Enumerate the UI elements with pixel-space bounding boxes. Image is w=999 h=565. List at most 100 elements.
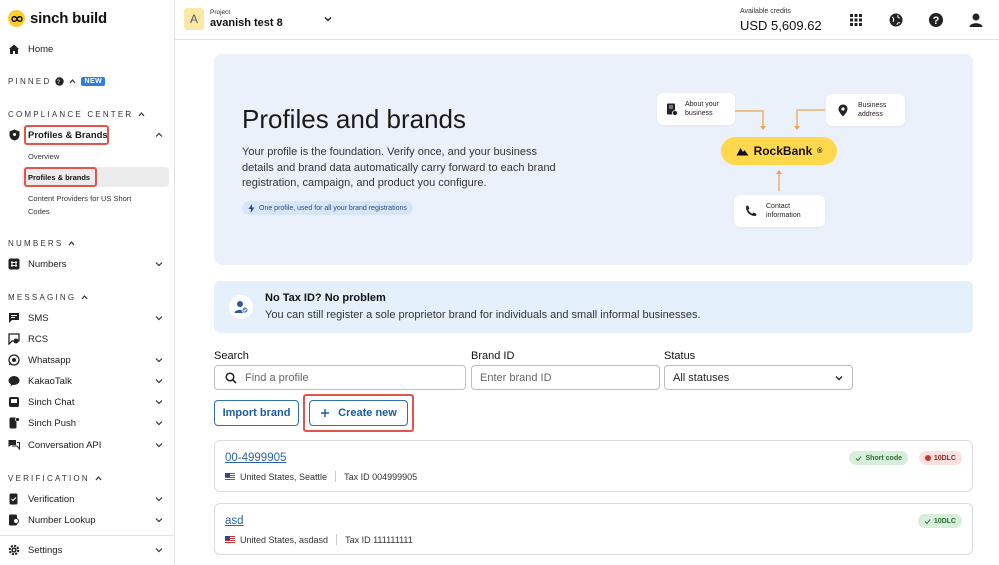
notice-text: You can still register a sole proprietor… xyxy=(265,309,701,321)
sidebar-item-label: Settings xyxy=(28,544,63,556)
chevron-down-icon xyxy=(154,397,164,407)
sidebar-item-home[interactable]: Home xyxy=(8,43,164,55)
conversation-icon xyxy=(8,439,20,451)
contact-line1: Contact xyxy=(766,203,791,210)
import-brand-button[interactable]: Import brand xyxy=(214,400,299,426)
us-flag-icon xyxy=(225,473,235,480)
us-flag-icon xyxy=(225,536,235,543)
address-line1: Business xyxy=(858,102,887,109)
sidebar-item-conversation-api[interactable]: Conversation API xyxy=(8,439,164,451)
highlight-box xyxy=(24,167,97,187)
gear-icon xyxy=(8,544,20,556)
chevron-up-icon[interactable] xyxy=(68,77,77,86)
sidebar-item-number-lookup[interactable]: Number Lookup xyxy=(8,514,164,526)
sidebar-item-sms[interactable]: SMS xyxy=(8,312,164,324)
sidebar-subitem-content-providers[interactable]: Content Providers for US Short Codes xyxy=(28,192,131,218)
sidebar-item-whatsapp[interactable]: Whatsapp xyxy=(8,354,164,366)
sidebar-item-label: Number Lookup xyxy=(28,514,96,526)
messaging-section[interactable]: MESSAGING xyxy=(8,293,89,302)
profile-tax-id: Tax ID 111111111 xyxy=(345,534,413,545)
diagram-connectors xyxy=(734,109,825,191)
about-line2: business xyxy=(685,110,713,117)
meta-separator xyxy=(335,471,337,482)
location-pin-icon xyxy=(836,103,850,117)
chevron-up-icon xyxy=(154,130,164,140)
status-dot-icon xyxy=(924,455,931,461)
numbers-section[interactable]: NUMBERS xyxy=(8,239,76,248)
chevron-up-icon xyxy=(94,474,103,483)
profile-tax-id: Tax ID 004999905 xyxy=(344,471,418,482)
sidebar-item-sinch-chat[interactable]: Sinch Chat xyxy=(8,396,164,408)
chevron-down-icon xyxy=(154,515,164,525)
globe-icon[interactable] xyxy=(888,12,904,28)
chevron-down-icon xyxy=(154,494,164,504)
sinch-logo-icon xyxy=(8,10,25,27)
profile-card[interactable]: asd United States, asdasd Tax ID 1111111… xyxy=(214,503,973,555)
search-input[interactable] xyxy=(245,371,465,384)
apps-grid-icon[interactable] xyxy=(848,12,864,28)
chevron-down-icon xyxy=(154,259,164,269)
chevron-up-icon xyxy=(137,110,146,119)
sidebar-subitem-overview[interactable]: Overview xyxy=(28,150,59,163)
notice-title: No Tax ID? No problem xyxy=(265,292,386,304)
brand-id-input[interactable] xyxy=(480,371,659,384)
search-icon xyxy=(225,371,237,384)
sidebar-item-settings[interactable]: Settings xyxy=(8,544,164,556)
search-label: Search xyxy=(214,350,249,362)
project-chevron-down-icon[interactable] xyxy=(323,14,333,24)
sidebar-item-label: Sinch Chat xyxy=(28,396,75,408)
help-icon[interactable]: ? xyxy=(928,12,944,28)
badge-label: 10DLC xyxy=(933,454,956,462)
chevron-down-icon xyxy=(154,418,164,428)
compliance-label: COMPLIANCE CENTER xyxy=(8,110,134,119)
profile-location: United States, asdasd xyxy=(240,534,329,545)
pinned-section: PINNED ? NEW xyxy=(8,77,106,86)
sidebar-item-sinch-push[interactable]: Sinch Push xyxy=(8,417,164,429)
chevron-down-icon xyxy=(154,440,164,450)
rockbank-mark: ® xyxy=(817,147,823,155)
help-small-icon[interactable]: ? xyxy=(55,77,65,86)
brand-id-field[interactable] xyxy=(471,365,660,390)
project-avatar[interactable]: A xyxy=(184,8,204,30)
numbers-label: NUMBERS xyxy=(8,239,64,248)
chevron-down-icon xyxy=(834,373,844,383)
highlight-box xyxy=(303,394,414,432)
kakaotalk-icon xyxy=(8,375,20,387)
sidebar-item-rcs[interactable]: RCS xyxy=(8,333,164,345)
sidebar-item-verification[interactable]: Verification xyxy=(8,493,164,505)
profile-id-link[interactable]: asd xyxy=(225,515,244,527)
compliance-section[interactable]: COMPLIANCE CENTER xyxy=(8,110,146,119)
verification-label: VERIFICATION xyxy=(8,474,90,483)
chevron-down-icon xyxy=(154,376,164,386)
status-select[interactable]: All statuses xyxy=(664,365,853,390)
check-icon xyxy=(924,518,931,525)
highlight-box xyxy=(24,125,109,145)
chevron-up-icon xyxy=(80,293,89,302)
about-line1: About your xyxy=(685,101,719,108)
account-icon[interactable] xyxy=(968,12,984,28)
badge-label: 10DLC xyxy=(933,517,956,525)
hero-banner: Profiles and brands Your profile is the … xyxy=(214,54,973,265)
sidebar-divider xyxy=(0,535,174,536)
profile-card[interactable]: 00-4999905 United States, Seattle Tax ID… xyxy=(214,440,973,492)
top-bar: A Project avanish test 8 Available credi… xyxy=(175,0,999,40)
contact-information-text: Contact information xyxy=(766,202,801,220)
chevron-down-icon xyxy=(154,313,164,323)
shield-icon xyxy=(8,129,20,141)
sidebar-item-numbers[interactable]: Numbers xyxy=(8,258,164,270)
search-field[interactable] xyxy=(214,365,466,390)
rockbank-logo-icon xyxy=(736,146,749,156)
sidebar-item-kakaotalk[interactable]: KakaoTalk xyxy=(8,375,164,387)
contact-line2: information xyxy=(766,212,801,219)
verification-section[interactable]: VERIFICATION xyxy=(8,474,103,483)
profile-id-link[interactable]: 00-4999905 xyxy=(225,452,286,464)
credits-label: Available credits xyxy=(740,8,791,15)
about-business-card: About your business xyxy=(657,93,735,125)
info-notice: No Tax ID? No problem You can still regi… xyxy=(214,281,973,333)
sidebar-item-label: Numbers xyxy=(28,258,67,270)
sinch-logo[interactable]: sinch build xyxy=(8,10,107,27)
verification-icon xyxy=(8,493,20,505)
project-name[interactable]: avanish test 8 xyxy=(210,17,283,29)
profile-meta: United States, asdasd Tax ID 111111111 xyxy=(225,534,413,545)
sidebar-item-label: SMS xyxy=(28,312,49,324)
